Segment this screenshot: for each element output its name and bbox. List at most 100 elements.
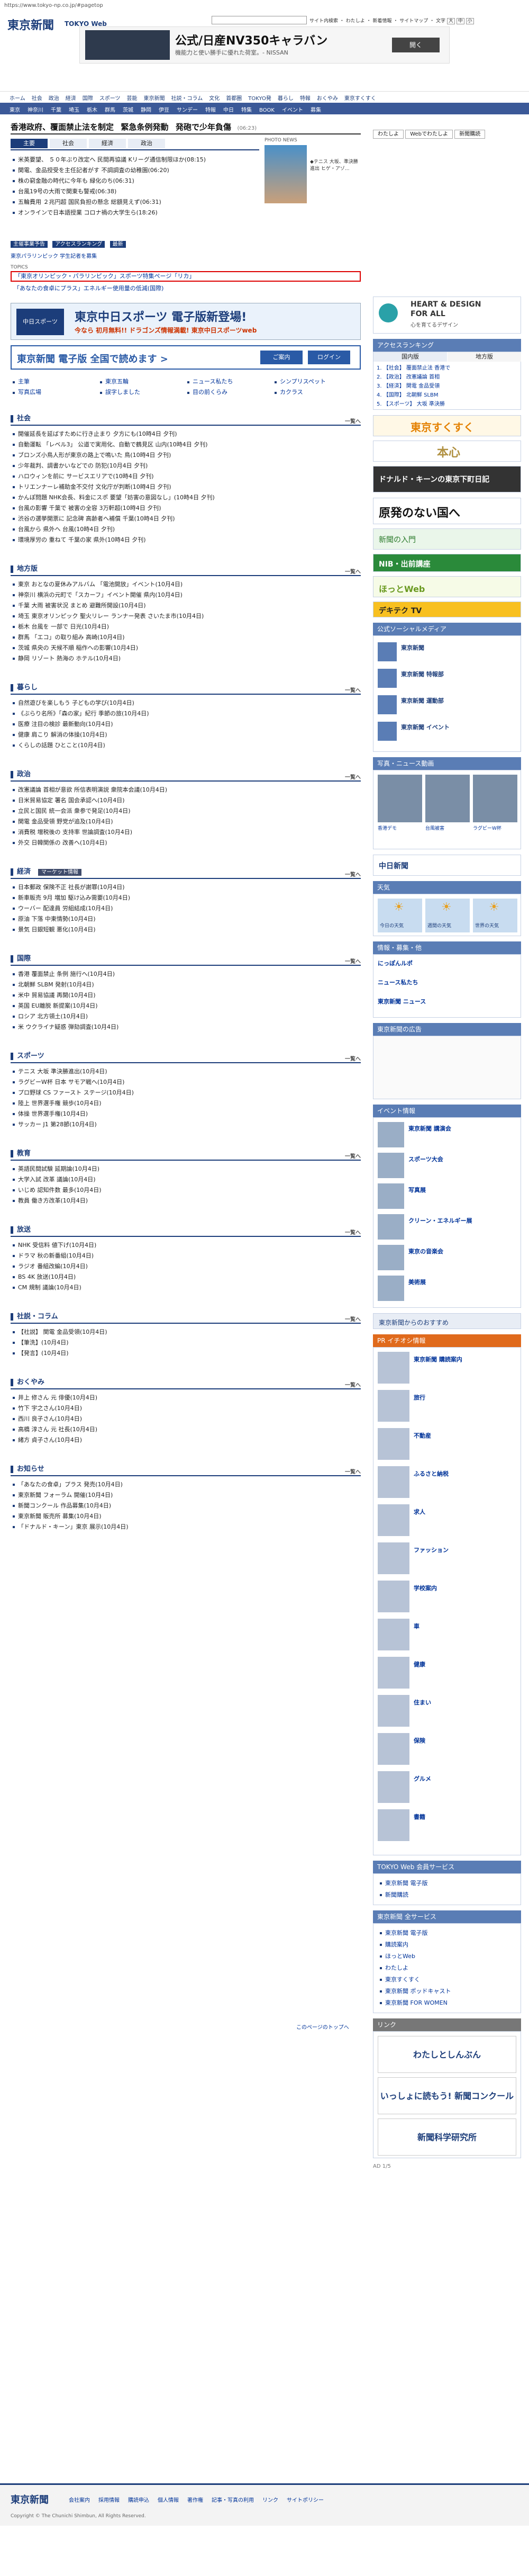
sub-nav-item[interactable]: サンデー — [177, 107, 198, 113]
web-link[interactable]: 東京新聞 電子版 — [378, 1878, 428, 1889]
article-link[interactable]: 静岡 リゾート 熱海の ホテル(10月4日) — [11, 653, 361, 664]
section-title[interactable]: 暮らし 一覧へ — [11, 681, 361, 695]
link-ranking[interactable]: アクセスランキング — [52, 241, 105, 248]
article-link[interactable]: 新車販売 9月 増加 駆け込み需要(10月4日) — [11, 893, 361, 903]
article-link[interactable]: 埼玉 東京オリンピック 聖火リレー ランナー発表 さいたま市(10月4日) — [11, 611, 361, 622]
photo-news-image[interactable] — [264, 145, 307, 203]
digital-banner[interactable]: 東京新聞 電子版 全国で読めます > ご案内 ログイン — [11, 345, 361, 370]
side-link-web[interactable]: Webでわたしよ — [405, 130, 453, 139]
genpatsu-banner[interactable]: 原発のない国へ — [373, 498, 521, 524]
size-small[interactable]: 小 — [466, 18, 474, 24]
sub-nav-item[interactable]: 伊豆 — [159, 107, 169, 113]
main-nav-item[interactable]: おくやみ — [317, 96, 338, 102]
footer-link[interactable]: リンク — [262, 2498, 278, 2503]
pr-name[interactable]: 車 — [414, 1622, 419, 1630]
ad-open-button[interactable]: 開く — [392, 38, 440, 52]
article-link[interactable]: 高橋 淳さん 元 社長(10月4日) — [11, 1424, 361, 1435]
section-title[interactable]: 社会 一覧へ — [11, 412, 361, 426]
main-nav-item[interactable]: 東京すくすく — [344, 96, 376, 102]
article-link[interactable]: 井上 修さん 元 俳優(10月4日) — [11, 1393, 361, 1403]
ranking-item[interactable]: 4. 【国際】 北朝鮮 SLBM — [377, 391, 518, 400]
photo-thumb[interactable] — [378, 775, 422, 822]
article-link[interactable]: 少年裁判、調書かいなどでの 防犯(10月4日 夕刊) — [11, 461, 361, 471]
article-link[interactable]: 関電 金品受領 野党が追及(10月4日) — [11, 816, 361, 827]
sub-nav-item[interactable]: 埼玉 — [69, 107, 79, 113]
nib-banner[interactable]: NIB・出前講座 — [373, 554, 521, 572]
event-name[interactable]: 東京新聞 講演会 — [408, 1124, 451, 1133]
ranking-item[interactable]: 5. 【スポーツ】 大坂 準決勝 — [377, 400, 518, 409]
honmaru-banner[interactable]: 本心 — [373, 441, 521, 462]
photo-caption[interactable]: ラグビーW杯 — [473, 824, 517, 831]
tab-politics[interactable]: 政治 — [128, 139, 165, 148]
article-link[interactable]: 【社説】 関電 金品受領(10月4日) — [11, 1327, 361, 1338]
article-link[interactable]: 東京新聞 フォーラム 開催(10月4日) — [11, 1490, 361, 1501]
pr-item[interactable]: 車 — [378, 1619, 516, 1654]
article-link[interactable]: ラジオ 番組改編(10月4日) — [11, 1261, 361, 1272]
article-link[interactable]: テニス 大坂 準決勝進出(10月4日) — [11, 1066, 361, 1077]
sns-name[interactable]: 東京新聞 イベント — [401, 723, 450, 731]
article-link[interactable]: 健康 肩こり 解消の体操(10月4日) — [11, 730, 361, 740]
sub-nav-item[interactable]: 茨城 — [123, 107, 133, 113]
article-link[interactable]: 千葉 大雨 被害状況 まとめ 避難所開設(10月4日) — [11, 600, 361, 611]
article-link[interactable]: 原油 下落 中東情勢(10月4日) — [11, 914, 361, 925]
link-banner[interactable]: いっしょに読もう! 新聞コンクール — [378, 2077, 516, 2114]
service-link[interactable]: 購読案内 — [378, 1940, 516, 1950]
article-link[interactable]: 医療 注目の検診 最新動向(10月4日) — [11, 719, 361, 730]
event-item[interactable]: 東京新聞 講演会 — [378, 1122, 516, 1150]
header-link-sitemap[interactable]: サイトマップ — [399, 19, 428, 24]
keene-banner[interactable]: ドナルド・キーンの東京下町日記 — [373, 466, 521, 492]
main-nav-item[interactable]: ホーム — [10, 96, 25, 102]
article-link[interactable]: かんぽ問題 NHK会長、料金にスポ 要望「妨害の意図なし」(10時4日 夕刊) — [11, 492, 361, 503]
hero-news-item[interactable]: オンラインで日本語授業 コロナ禍の大学生ら(18:26) — [11, 208, 259, 218]
service-link[interactable]: 東京新聞 FOR WOMEN — [378, 1998, 516, 2008]
sub-nav-item[interactable]: 群馬 — [105, 107, 115, 113]
section-more-link[interactable]: 一覧へ — [345, 1466, 361, 1479]
photo-thumb[interactable] — [473, 775, 517, 822]
section-more-link[interactable]: 一覧へ — [345, 1226, 361, 1240]
highlight-sub-link[interactable]: 「あなたの食卓にプラス」エネルギー使用量の低減(国際) — [11, 284, 361, 293]
pr-item[interactable]: 求人 — [378, 1504, 516, 1539]
main-nav-item[interactable]: 東京新聞 — [144, 96, 165, 102]
article-link[interactable]: 台風の影響 千葉で 被害の全容 3万軒超(10時4日 夕刊) — [11, 503, 361, 514]
quick-link[interactable]: カクラス — [272, 388, 357, 397]
article-link[interactable]: CM 規制 議論(10月4日) — [11, 1282, 361, 1293]
pr-item[interactable]: グルメ — [378, 1771, 516, 1806]
pr-name[interactable]: グルメ — [414, 1774, 431, 1783]
section-title[interactable]: 政治 一覧へ — [11, 768, 361, 782]
event-item[interactable]: 写真展 — [378, 1183, 516, 1211]
chunichi-sports-banner[interactable]: 中日スポーツ 東京中日スポーツ 電子版新登場! 今なら 初月無料!! ドラゴンズ… — [11, 303, 361, 340]
weather-tile[interactable]: ☀ 週間の天気 — [425, 899, 470, 932]
lead-tag-1[interactable]: 香港政府、覆面禁止法を制定 — [11, 122, 114, 132]
header-link-search[interactable]: サイト内検索 — [309, 19, 338, 24]
sns-item[interactable]: 東京新聞 特報部 — [378, 668, 516, 691]
article-link[interactable]: 外交 日韓関係の 改善へ(10月4日) — [11, 838, 361, 848]
article-link[interactable]: いじめ 認知件数 最多(10月4日) — [11, 1185, 361, 1196]
event-item[interactable]: 美術展 — [378, 1276, 516, 1303]
hero-news-item[interactable]: 関電、金品授受を主任記者がす 不調調査の幼稚園(06:20) — [11, 165, 259, 176]
article-link[interactable]: 自動運転 「レベル3」 公道で実用化、自動で鶴見区 山内(10時4日 夕刊) — [11, 439, 361, 450]
article-link[interactable]: 西川 良子さん(10月4日) — [11, 1414, 361, 1424]
pr-name[interactable]: 東京新聞 購読案内 — [414, 1355, 462, 1363]
hero-news-item[interactable]: 台風19号の大雨で関東も警戒(06:38) — [11, 186, 259, 197]
event-item[interactable]: スポーツ大会 — [378, 1153, 516, 1180]
article-link[interactable]: サッカー J1 第28節(10月4日) — [11, 1119, 361, 1130]
ranking-tab-local[interactable]: 地方版 — [448, 352, 521, 362]
tab-society[interactable]: 社会 — [50, 139, 87, 148]
pr-item[interactable]: 住まい — [378, 1695, 516, 1730]
main-nav-item[interactable]: 社会 — [32, 96, 42, 102]
pr-item[interactable]: 東京新聞 購読案内 — [378, 1352, 516, 1387]
top-ad-banner[interactable]: 公式/日産NV350キャラバン 機能力と使い勝手に優れた荷室。- NISSAN … — [79, 26, 450, 64]
article-link[interactable]: 開催延長を延ばすために行き止まり 夕方にも(10時4日 夕刊) — [11, 429, 361, 439]
main-nav-item[interactable]: 首都圏 — [226, 96, 242, 102]
article-link[interactable]: くらしの話題 ひとこと(10月4日) — [11, 740, 361, 751]
link-student-reporter[interactable]: 東京パラリンピック 学生記者を募集 — [11, 252, 264, 259]
pr-name[interactable]: 保険 — [414, 1736, 425, 1745]
article-link[interactable]: 茨城 県央の 天候不順 稲作への影響(10月4日) — [11, 643, 361, 653]
header-link-mine[interactable]: わたしよ — [346, 19, 365, 24]
article-link[interactable]: ドラマ 秋の新番組(10月4日) — [11, 1251, 361, 1261]
section-title[interactable]: 社説・コラム 一覧へ — [11, 1310, 361, 1324]
service-link[interactable]: わたしよ — [378, 1963, 516, 1973]
service-link[interactable]: 東京新聞 電子版 — [378, 1928, 516, 1938]
link-latest[interactable]: 最新 — [110, 241, 126, 248]
ranking-tab-domestic[interactable]: 国内版 — [373, 352, 447, 362]
